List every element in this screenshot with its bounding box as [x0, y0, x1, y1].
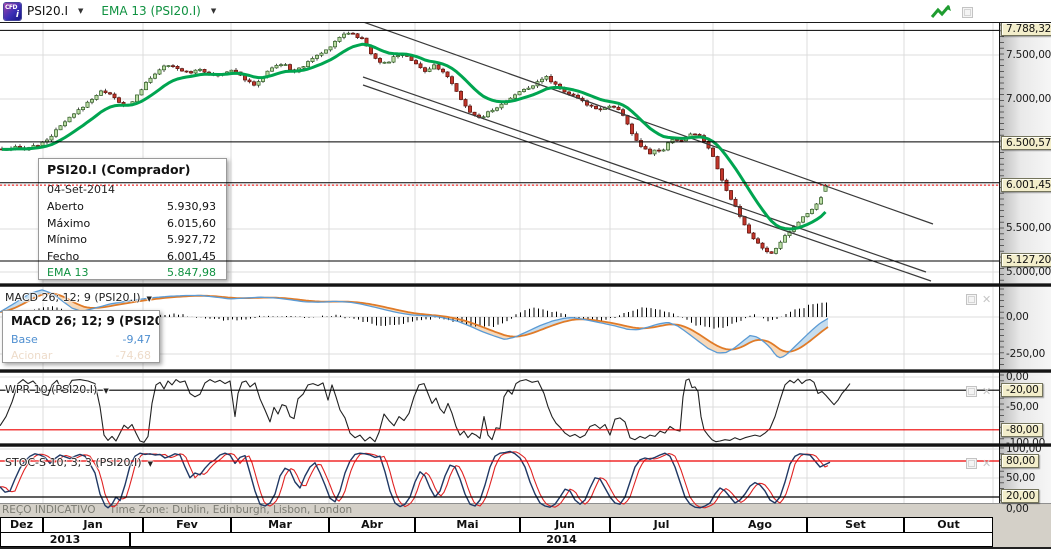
trading-app-window: REÇO INDICATIVO Time Zone: Dublin, Edinbu…: [0, 0, 1051, 549]
wpr-axis-label: -80,00: [1001, 423, 1043, 437]
month-axis-cell: Mar: [231, 517, 329, 533]
panel-separator[interactable]: [0, 443, 1051, 447]
month-axis-cell: Jul: [610, 517, 713, 533]
chevron-down-icon[interactable]: ▼: [148, 460, 153, 468]
month-axis-cell: Abr: [329, 517, 415, 533]
stoc-axis-label: 20,00: [1001, 489, 1040, 503]
main-axis-label: 6.500,57: [1001, 136, 1051, 150]
stoc-panel-selector[interactable]: STOC-S 10; 3; 3 (PSI20.I) ▼: [5, 456, 153, 469]
macd-tooltip-row: Acionar -74,68: [11, 348, 151, 362]
symbol-selector[interactable]: PSI20.I: [27, 4, 68, 18]
chevron-down-icon[interactable]: ▼: [147, 295, 152, 303]
wpr-axis-label: -50,00: [1006, 401, 1039, 413]
cfd-icon-i: i: [15, 9, 19, 20]
macd-tooltip-row: Base -9,47: [11, 332, 151, 348]
restore-panel-icon[interactable]: [966, 386, 977, 397]
tooltip-row-value: 5.847,98: [167, 266, 216, 279]
panel-separator[interactable]: [0, 369, 1051, 373]
stoc-axis-label: 0,00: [1006, 503, 1029, 515]
month-axis-cell: Jan: [43, 517, 143, 533]
price-tooltip-row: Fecho 6.001,45: [47, 249, 216, 266]
tooltip-row-value: -74,68: [115, 349, 151, 362]
year-axis-cell: 2014: [130, 532, 993, 547]
macd-panel-label: MACD 26; 12; 9 (PSI20.I): [5, 291, 141, 304]
price-tooltip-row: Máximo 6.015,60: [47, 216, 216, 233]
price-tooltip: PSI20.I (Comprador) 04-Set-2014 Aberto 5.…: [38, 158, 227, 280]
panel-separator[interactable]: [0, 283, 1051, 287]
tooltip-title: MACD 26; 12; 9 (PSI20.I): [11, 314, 159, 328]
restore-window-icon[interactable]: [962, 6, 973, 18]
chevron-down-icon[interactable]: ▼: [103, 387, 108, 395]
tooltip-row-value: 5.927,72: [167, 233, 216, 246]
tooltip-row-value: 6.001,45: [167, 249, 216, 263]
tooltip-row-value: 5.930,93: [167, 200, 216, 213]
price-tooltip-row: EMA 13 5.847,98: [47, 265, 216, 282]
main-axis-label: 7.000,00: [1006, 93, 1051, 105]
month-axis-cell: Mai: [415, 517, 520, 533]
stoc-axis-label: 50,00: [1006, 472, 1036, 484]
price-tooltip-row: Mínimo 5.927,72: [47, 232, 216, 249]
tooltip-row-label: Mínimo: [47, 233, 88, 246]
wpr-panel-label: WPR 10 (PSI20.I): [5, 383, 98, 396]
main-axis-label: 7.500,00: [1006, 49, 1051, 61]
close-panel-icon[interactable]: ✕: [982, 458, 991, 469]
main-axis-label: 5.500,00: [1006, 222, 1051, 234]
month-axis-cell: Set: [807, 517, 904, 533]
month-axis-cell: Fev: [143, 517, 231, 533]
tooltip-row-value: -9,47: [122, 333, 151, 346]
tooltip-title: PSI20.I (Comprador): [47, 162, 191, 177]
tooltip-row-label: Máximo: [47, 216, 91, 230]
macd-axis-label: 0,00: [1006, 311, 1029, 323]
month-axis-cell: Jun: [520, 517, 610, 533]
trend-tool-icon[interactable]: [930, 4, 952, 20]
chevron-down-icon[interactable]: ▼: [211, 7, 216, 15]
month-axis-cell: Ago: [713, 517, 807, 533]
main-axis-label: 7.788,32: [1001, 22, 1051, 36]
main-axis-label: 5.127,20: [1001, 253, 1051, 267]
month-axis-cell: Out: [904, 517, 993, 533]
tooltip-row-label: Fecho: [47, 249, 80, 263]
tooltip-row-label: EMA 13: [47, 266, 89, 279]
restore-panel-icon[interactable]: [966, 294, 977, 305]
stoc-panel-label: STOC-S 10; 3; 3 (PSI20.I): [5, 456, 142, 469]
month-axis-cell: Dez: [0, 517, 43, 533]
cfd-instrument-icon: CFD i: [4, 2, 21, 20]
wpr-axis-label: -20,00: [1001, 383, 1043, 397]
overlay-indicator-selector[interactable]: EMA 13 (PSI20.I): [101, 4, 200, 18]
tooltip-row-label: Aberto: [47, 200, 84, 213]
restore-panel-icon[interactable]: [966, 458, 977, 469]
chart-header: CFD i PSI20.I ▼ EMA 13 (PSI20.I) ▼: [0, 0, 1051, 23]
stoc-axis-label: 80,00: [1001, 454, 1040, 468]
close-panel-icon[interactable]: ✕: [982, 294, 991, 305]
stoc-panel-controls: ✕: [966, 458, 991, 469]
year-axis-cell: 2013: [0, 532, 130, 547]
macd-axis-label: -250,00: [1006, 348, 1046, 360]
macd-panel-controls: ✕: [966, 294, 991, 305]
wpr-panel-controls: ✕: [966, 386, 991, 397]
close-panel-icon[interactable]: ✕: [982, 386, 991, 397]
macd-tooltip: MACD 26; 12; 9 (PSI20.I) Base -9,47 Aciona…: [2, 310, 160, 363]
chevron-down-icon[interactable]: ▼: [78, 7, 83, 15]
tooltip-row-label: Base: [11, 333, 38, 346]
tooltip-date: 04-Set-2014: [47, 183, 115, 196]
tooltip-row-value: 6.015,60: [167, 216, 216, 230]
wpr-panel-selector[interactable]: WPR 10 (PSI20.I) ▼: [5, 383, 109, 396]
tooltip-row-label: Acionar: [11, 349, 53, 362]
price-tooltip-row: Aberto 5.930,93: [47, 199, 216, 216]
wpr-axis-label: 0,00: [1006, 371, 1029, 383]
main-axis-label: 5.000,00: [1006, 266, 1051, 278]
main-axis-label: 6.001,45: [1001, 178, 1051, 192]
macd-panel-selector[interactable]: MACD 26; 12; 9 (PSI20.I) ▼: [5, 291, 152, 304]
